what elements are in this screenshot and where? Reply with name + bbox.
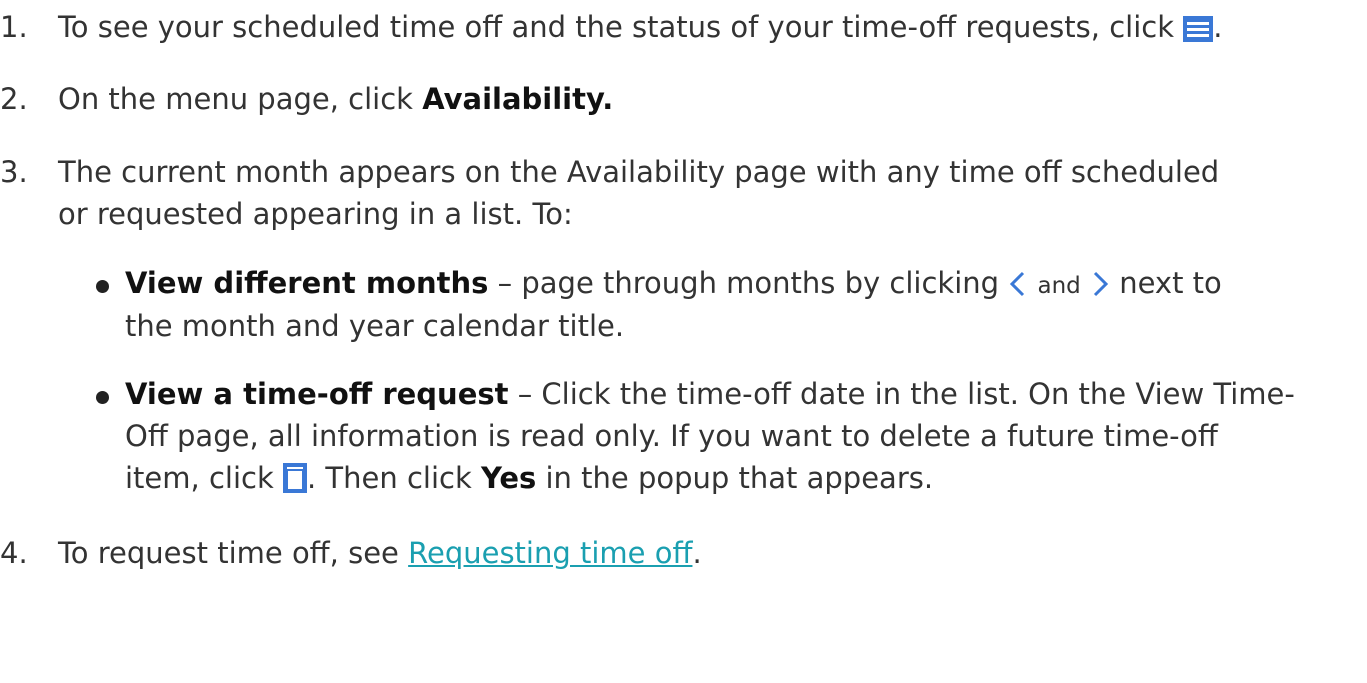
step-number: 1. (0, 10, 28, 44)
step-text: To request time off, see (58, 536, 399, 570)
bullet-text: . Then click (306, 461, 472, 495)
and-text: and (1037, 273, 1081, 299)
bullet-text: the month and year calendar title. (125, 309, 625, 343)
step-number: 4. (0, 536, 28, 570)
bullet-text: in the popup that appears. (545, 461, 934, 495)
bullet-1: View different months – page through mon… (125, 266, 1222, 305)
step-3-continued: or requested appearing in a list. To: (58, 197, 573, 231)
bullet-text-end: next to (1119, 266, 1222, 300)
step-text: To see your scheduled time off and the s… (58, 10, 1175, 44)
bullet-text: item, click (125, 461, 274, 495)
step-2: 2. On the menu page, click Availability. (0, 82, 613, 116)
yes-label: Yes (480, 461, 537, 495)
bullet-text: – Click the time-off date in the list. O… (508, 377, 1295, 411)
step-text: On the menu page, click (58, 82, 413, 116)
step-3: 3. The current month appears on the Avail… (0, 155, 1219, 189)
bullet-title: View a time-off request (125, 377, 509, 411)
step-text: The current month appears on the Availab… (58, 155, 1220, 189)
hamburger-menu-icon[interactable] (1183, 15, 1214, 49)
chevron-right-icon[interactable] (1090, 270, 1110, 305)
chevron-left-icon[interactable] (1008, 270, 1028, 305)
step-text: or requested appearing in a list. To: (58, 197, 573, 231)
bullet-2-line-2: Off page, all information is read only. … (125, 419, 1218, 453)
bullet-marker (96, 391, 109, 404)
bullet-2-line-3: item, click . Then click Yes in the popu… (125, 461, 933, 500)
bullet-marker (96, 280, 109, 293)
bullet-2: View a time-off request – Click the time… (125, 377, 1295, 411)
step-text-end: . (1213, 10, 1223, 44)
bullet-text: Off page, all information is read only. … (125, 419, 1218, 453)
step-1: 1. To see your scheduled time off and the… (0, 10, 1222, 49)
bullet-1-continued: the month and year calendar title. (125, 309, 624, 343)
trash-icon[interactable] (282, 463, 307, 500)
step-number: 3. (0, 155, 28, 189)
step-text-end: . (692, 536, 702, 570)
bullet-title: View different months (125, 266, 489, 300)
availability-label: Availability. (422, 82, 614, 116)
bullet-text: – page through months by clicking (488, 266, 1000, 300)
requesting-time-off-link[interactable]: Requesting time off (408, 536, 692, 570)
step-4: 4. To request time off, see Requesting ti… (0, 536, 702, 570)
step-number: 2. (0, 82, 28, 116)
